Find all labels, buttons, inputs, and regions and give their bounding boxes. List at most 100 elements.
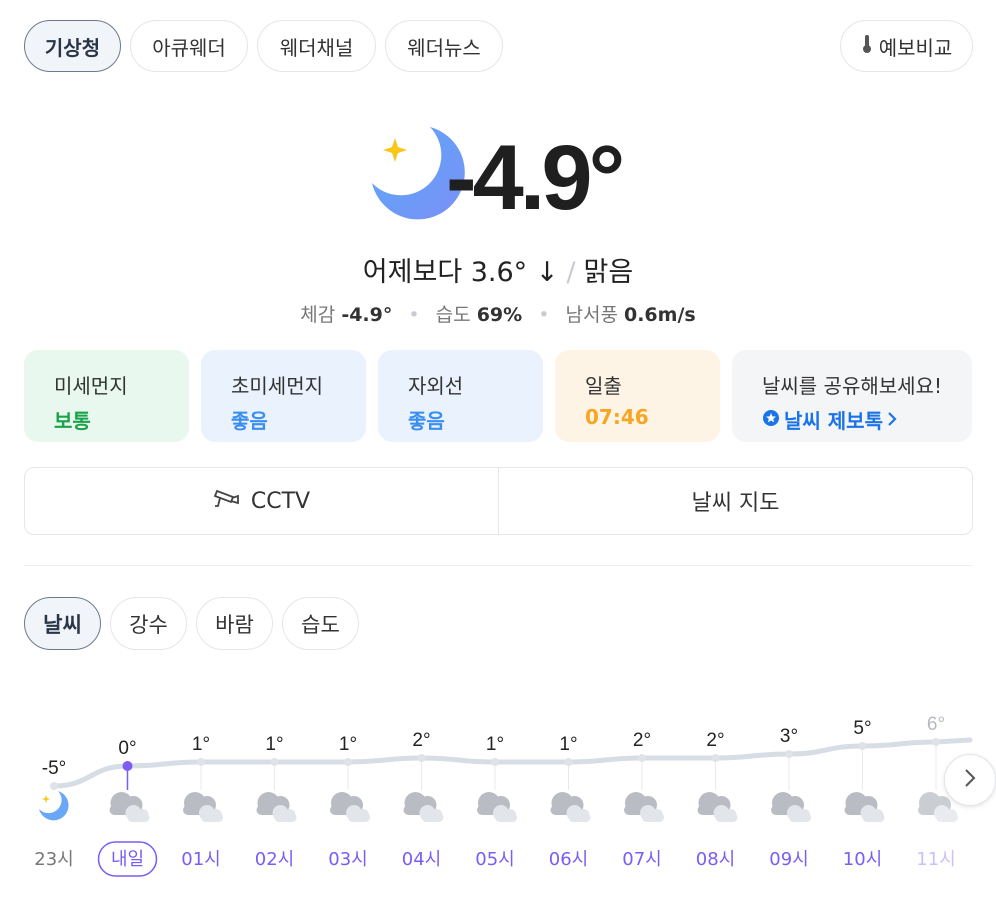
chat-bubble-icon: [762, 408, 780, 432]
weather-report-label: 날씨 제보톡: [784, 409, 883, 433]
tab-precipitation[interactable]: 강수: [110, 597, 187, 650]
vs-yesterday: 어제보다 3.6° ↓: [362, 257, 559, 288]
weather-map-label: 날씨 지도: [691, 491, 780, 516]
time-label: 23시: [34, 849, 73, 870]
card-label: 자외선: [408, 374, 464, 398]
time-label: 01시: [181, 849, 220, 870]
time-label: 04시: [402, 849, 441, 870]
hourly-temperature-chart: -5° 23시 0° 내일 1° 01시 1° 02시 1° 03시 2° 04시 1° 05시 1° 06시…: [34, 714, 973, 877]
humidity-value: 69%: [476, 304, 523, 326]
card-ultrafine-dust[interactable]: 초미세먼지 좋음: [201, 350, 366, 442]
cloudy-icon: [477, 792, 517, 822]
time-label: 내일: [111, 849, 144, 870]
temperature-point: [344, 758, 352, 766]
humidity-label: 습도: [435, 304, 471, 326]
cloudy-icon: [624, 792, 664, 822]
details-separator: •: [538, 304, 550, 326]
tab-wind[interactable]: 바람: [196, 597, 273, 650]
temperature-label: 1°: [559, 734, 577, 755]
temperature-point: [858, 742, 867, 750]
card-label: 날씨를 공유해보세요!: [762, 374, 942, 398]
cloudy-icon: [183, 792, 223, 822]
cloudy-icon: [697, 792, 738, 822]
temperature-point: [270, 758, 279, 766]
time-label: 08시: [696, 849, 735, 870]
time-label: 10시: [843, 849, 882, 870]
section-divider: [24, 565, 973, 566]
feels-like-label: 체감: [300, 304, 336, 326]
temperature-label: 5°: [853, 718, 871, 739]
temperature-label: 1°: [192, 734, 210, 755]
cloudy-icon: [771, 792, 811, 822]
time-label: 06시: [549, 849, 588, 870]
temperature-point: [417, 754, 426, 762]
temperature-label: 1°: [486, 734, 504, 755]
wind-label: 남서풍: [565, 304, 618, 326]
weather-details: 체감 -4.9° • 습도 69% • 남서풍 0.6m/s: [0, 300, 996, 327]
weather-map-button[interactable]: 날씨 지도: [498, 468, 972, 534]
source-tab-1[interactable]: 아큐웨더: [130, 20, 248, 72]
cloudy-icon: [330, 792, 370, 822]
time-label: 09시: [769, 849, 808, 870]
cctv-label: CCTV: [250, 488, 311, 514]
source-tab-3[interactable]: 웨더뉴스: [385, 20, 503, 72]
temperature-point: [50, 782, 58, 790]
weather-report-link[interactable]: 날씨 제보톡: [762, 405, 972, 434]
time-label: 11시: [916, 849, 955, 870]
temperature-point: [564, 758, 573, 766]
temperature-point: [491, 758, 499, 766]
tab-weather[interactable]: 날씨: [24, 597, 101, 650]
time-label: 02시: [255, 849, 294, 870]
moon-clear-icon: [39, 791, 69, 821]
cctv-camera-icon: [213, 487, 241, 515]
forecast-compare-button[interactable]: 예보비교: [840, 20, 973, 72]
forecast-compare-label: 예보비교: [878, 35, 953, 60]
cctv-button[interactable]: CCTV: [25, 468, 498, 534]
temperature-label: 3°: [780, 726, 798, 747]
chevron-right-icon: [964, 768, 976, 792]
summary-separator: /: [566, 257, 576, 288]
tab-humidity[interactable]: 습도: [282, 597, 359, 650]
card-fine-dust[interactable]: 미세먼지 보통: [24, 350, 189, 442]
card-uv[interactable]: 자외선 좋음: [378, 350, 543, 442]
temperature-point: [711, 754, 720, 762]
source-tab-2[interactable]: 웨더채널: [257, 20, 376, 72]
cloudy-icon: [256, 792, 297, 822]
temperature-point: [638, 754, 646, 762]
source-tab-0[interactable]: 기상청: [24, 20, 121, 72]
chevron-right-icon: [887, 408, 897, 432]
time-label: 05시: [475, 849, 514, 870]
temperature-point: [122, 761, 133, 771]
thermometer-icon: [861, 34, 873, 59]
card-value: 보통: [54, 409, 91, 433]
temperature-point: [197, 758, 205, 766]
cloudy-icon: [403, 792, 444, 822]
temperature-point: [785, 750, 793, 758]
weather-condition: 맑음: [583, 257, 634, 288]
action-buttons: CCTV 날씨 지도: [24, 467, 973, 535]
current-temperature: -4.9°: [446, 127, 625, 229]
temperature-label: 1°: [339, 734, 357, 755]
cloudy-icon: [844, 792, 885, 822]
card-value: 07:46: [585, 405, 649, 429]
temperature-label: 2°: [412, 730, 430, 751]
feels-like-value: -4.9°: [341, 304, 393, 326]
card-label: 초미세먼지: [231, 374, 323, 398]
temperature-label: 0°: [118, 738, 136, 759]
card-weather-report[interactable]: 날씨를 공유해보세요! 날씨 제보톡: [732, 350, 972, 442]
card-label: 미세먼지: [54, 374, 128, 398]
next-hours-button[interactable]: [944, 754, 996, 806]
temperature-label: 2°: [633, 730, 651, 751]
temperature-label: 1°: [265, 734, 283, 755]
card-value: 좋음: [231, 409, 268, 433]
card-sunrise[interactable]: 일출 07:46: [555, 350, 720, 442]
temperature-point: [932, 738, 940, 746]
time-label: 03시: [328, 849, 367, 870]
card-label: 일출: [585, 374, 622, 398]
cloudy-icon: [109, 792, 150, 822]
temperature-label: 2°: [706, 730, 724, 751]
time-label: 07시: [622, 849, 661, 870]
temperature-label: 6°: [927, 714, 945, 735]
details-separator: •: [408, 304, 420, 326]
temperature-label: -5°: [42, 758, 67, 779]
